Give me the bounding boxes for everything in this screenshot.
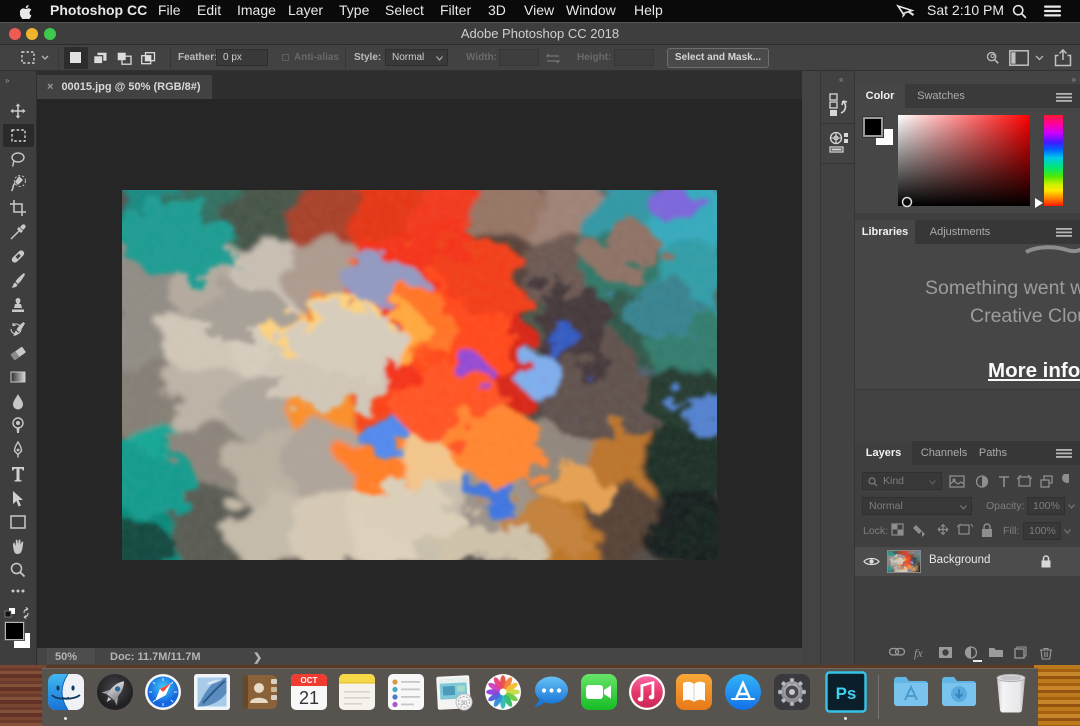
svg-text:OCT: OCT <box>301 676 318 685</box>
svg-text:21: 21 <box>299 688 319 708</box>
svg-text:30: 30 <box>461 701 468 707</box>
svg-text:Ps: Ps <box>836 684 857 703</box>
svg-text:fx: fx <box>914 646 923 660</box>
